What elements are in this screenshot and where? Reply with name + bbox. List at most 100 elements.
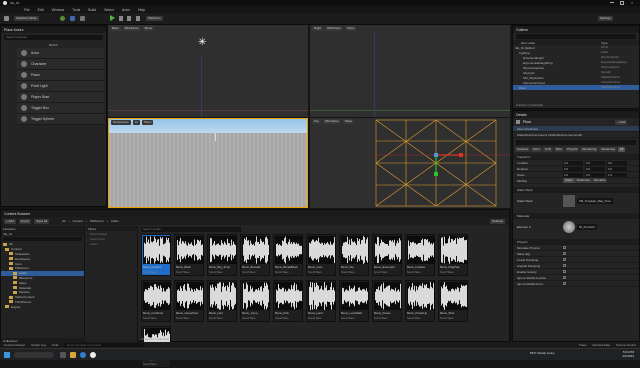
content-drawer-button[interactable]: Content Drawer: [4, 343, 25, 347]
outliner-row[interactable]: Floor StaticMeshActor: [513, 85, 639, 90]
view-back-button[interactable]: Back: [110, 26, 121, 31]
asset-tile[interactable]: Menu_PowerUp Sound Wave: [405, 280, 435, 322]
show-button[interactable]: Show: [141, 120, 154, 125]
rotation-y[interactable]: 0.0: [585, 166, 605, 171]
asset-tile[interactable]: Menu_Land Sound Wave: [306, 280, 336, 322]
asset-tile[interactable]: Menu_GameOver Sound Wave: [174, 280, 204, 322]
tree-root[interactable]: UE_01: [1, 231, 84, 236]
crumb-audio[interactable]: Audio: [111, 219, 119, 223]
component-row[interactable]: StaticMeshComponent (StaticMeshComponent…: [513, 132, 639, 138]
task-view-icon[interactable]: [60, 352, 66, 358]
windows-start-icon[interactable]: [4, 352, 10, 358]
asset-tile[interactable]: Menu_Confirm Sound Wave: [141, 234, 171, 276]
outliner-search[interactable]: [516, 34, 636, 39]
save-icon[interactable]: [4, 16, 9, 21]
place-item-point-light[interactable]: Point Light: [17, 81, 104, 92]
settings-button[interactable]: Settings: [598, 16, 613, 21]
checkbox[interactable]: [563, 246, 566, 249]
maximize-button[interactable]: [620, 1, 624, 5]
view-mode-button[interactable]: Wireframe: [122, 26, 141, 31]
menu-build[interactable]: Build: [88, 8, 96, 12]
checkbox[interactable]: [563, 282, 566, 285]
material-picker[interactable]: MI_ProcGrid: [577, 224, 597, 230]
asset-tile[interactable]: Menu_Confirm2 Sound Wave: [141, 280, 171, 322]
directional-light-icon[interactable]: ✳: [198, 37, 206, 48]
asset-tile[interactable]: Menu_FlagPole Sound Wave: [438, 234, 468, 276]
tab-streaming[interactable]: Streaming: [599, 147, 617, 152]
details-search[interactable]: [516, 140, 636, 145]
tab-physics[interactable]: Physics: [565, 147, 580, 152]
asset-tile[interactable]: Menu_LevelStart Sound Wave: [339, 280, 369, 322]
location-y[interactable]: 0.0: [585, 160, 605, 165]
asset-tile[interactable]: Menu_Pause Sound Wave: [372, 280, 402, 322]
place-item-player-start[interactable]: Player Start: [17, 92, 104, 103]
launch-options-icon[interactable]: [136, 16, 140, 21]
cinematics-icon[interactable]: [80, 16, 85, 21]
trace-button[interactable]: Trace: [579, 343, 587, 347]
browser-icon[interactable]: [80, 352, 86, 358]
tab-all[interactable]: All: [617, 147, 626, 152]
mobility-stationary[interactable]: Stationary: [574, 178, 593, 183]
viewport-right[interactable]: Right Wireframe Show: [310, 25, 510, 117]
minimize-button[interactable]: [610, 2, 614, 3]
floor-plane[interactable]: [109, 133, 307, 207]
tab-rendering[interactable]: Rendering: [580, 147, 599, 152]
location-x[interactable]: 0.0: [563, 160, 583, 165]
view-mode-button[interactable]: Lit: [132, 120, 140, 125]
asset-tile[interactable]: Menu_EnemyHit Sound Wave: [372, 234, 402, 276]
scale-x[interactable]: 2.0: [563, 172, 583, 177]
checkbox[interactable]: [563, 264, 566, 267]
taskbar-search-icon[interactable]: [14, 352, 54, 358]
show-button[interactable]: Show: [342, 119, 355, 124]
menu-actor[interactable]: Actor: [122, 8, 130, 12]
place-item-pawn[interactable]: Pawn: [17, 70, 104, 81]
add-button[interactable]: + Add: [4, 218, 16, 224]
menu-help[interactable]: Help: [138, 8, 145, 12]
play-icon[interactable]: [110, 15, 115, 21]
asset-tile[interactable]: Menu_BossHit Sound Wave: [240, 234, 270, 276]
physics-row[interactable]: Ignore Radial Force: [513, 281, 639, 287]
checkbox[interactable]: [563, 252, 566, 255]
mobility-static[interactable]: Static: [563, 178, 575, 183]
tab-misc[interactable]: Misc: [553, 147, 565, 152]
asset-tile[interactable]: Menu_BreakBlock Sound Wave: [273, 234, 303, 276]
asset-tile[interactable]: Menu_Coin Sound Wave: [306, 234, 336, 276]
location-z[interactable]: 0.0: [607, 160, 627, 165]
view-mode-button[interactable]: Wireframe: [325, 26, 343, 31]
viewport-perspective[interactable]: Perspective Lit Show: [108, 118, 308, 208]
import-button[interactable]: Import: [18, 218, 32, 224]
add-actor-icon[interactable]: [60, 16, 65, 21]
stop-icon[interactable]: [127, 16, 131, 21]
asset-tile[interactable]: Menu_Fanfare Sound Wave: [405, 234, 435, 276]
file-explorer-icon[interactable]: [70, 352, 76, 358]
place-item-trigger-sphere[interactable]: Trigger Sphere: [17, 114, 104, 125]
console-input[interactable]: Enter Console Command: [64, 343, 145, 347]
place-item-trigger-box[interactable]: Trigger Box: [17, 103, 104, 114]
platforms-button[interactable]: Platforms: [146, 16, 163, 21]
folder-row[interactable]: Engine: [1, 304, 84, 309]
viewport-top[interactable]: Top Wireframe Show: [310, 118, 510, 208]
source-control-button[interactable]: Source Control: [616, 343, 636, 347]
viewport-back[interactable]: Back Wireframe Show ✳: [108, 25, 308, 117]
crumb-all[interactable]: All: [62, 219, 65, 223]
asset-tile[interactable]: Menu_Jump Sound Wave: [240, 280, 270, 322]
cmd-button[interactable]: Cmd: [52, 343, 58, 347]
show-button[interactable]: Show: [142, 26, 155, 31]
scale-z[interactable]: 1.0: [607, 172, 627, 177]
mesh-picker[interactable]: SM_Template_Map_Floor: [577, 198, 614, 204]
derived-data-button[interactable]: Derived Data: [592, 343, 610, 347]
add-component-button[interactable]: + Add: [615, 119, 627, 125]
cb-settings-button[interactable]: Settings: [490, 218, 505, 224]
col-label[interactable]: Item Label: [521, 41, 601, 45]
unreal-editor-icon[interactable]: [90, 352, 96, 358]
asset-tile[interactable]: Menu_Back Sound Wave: [174, 234, 204, 276]
view-top-button[interactable]: Top: [312, 119, 321, 124]
menu-tools[interactable]: Tools: [72, 8, 80, 12]
filter-item[interactable]: Audio: [86, 241, 137, 246]
place-item-character[interactable]: Character: [17, 59, 104, 70]
blueprint-icon[interactable]: [70, 16, 75, 21]
selection-mode-button[interactable]: Selection Mode: [14, 16, 39, 21]
asset-search-input[interactable]: Search Audio: [141, 227, 241, 232]
checkbox[interactable]: [563, 276, 566, 279]
view-right-button[interactable]: Right: [312, 26, 324, 31]
